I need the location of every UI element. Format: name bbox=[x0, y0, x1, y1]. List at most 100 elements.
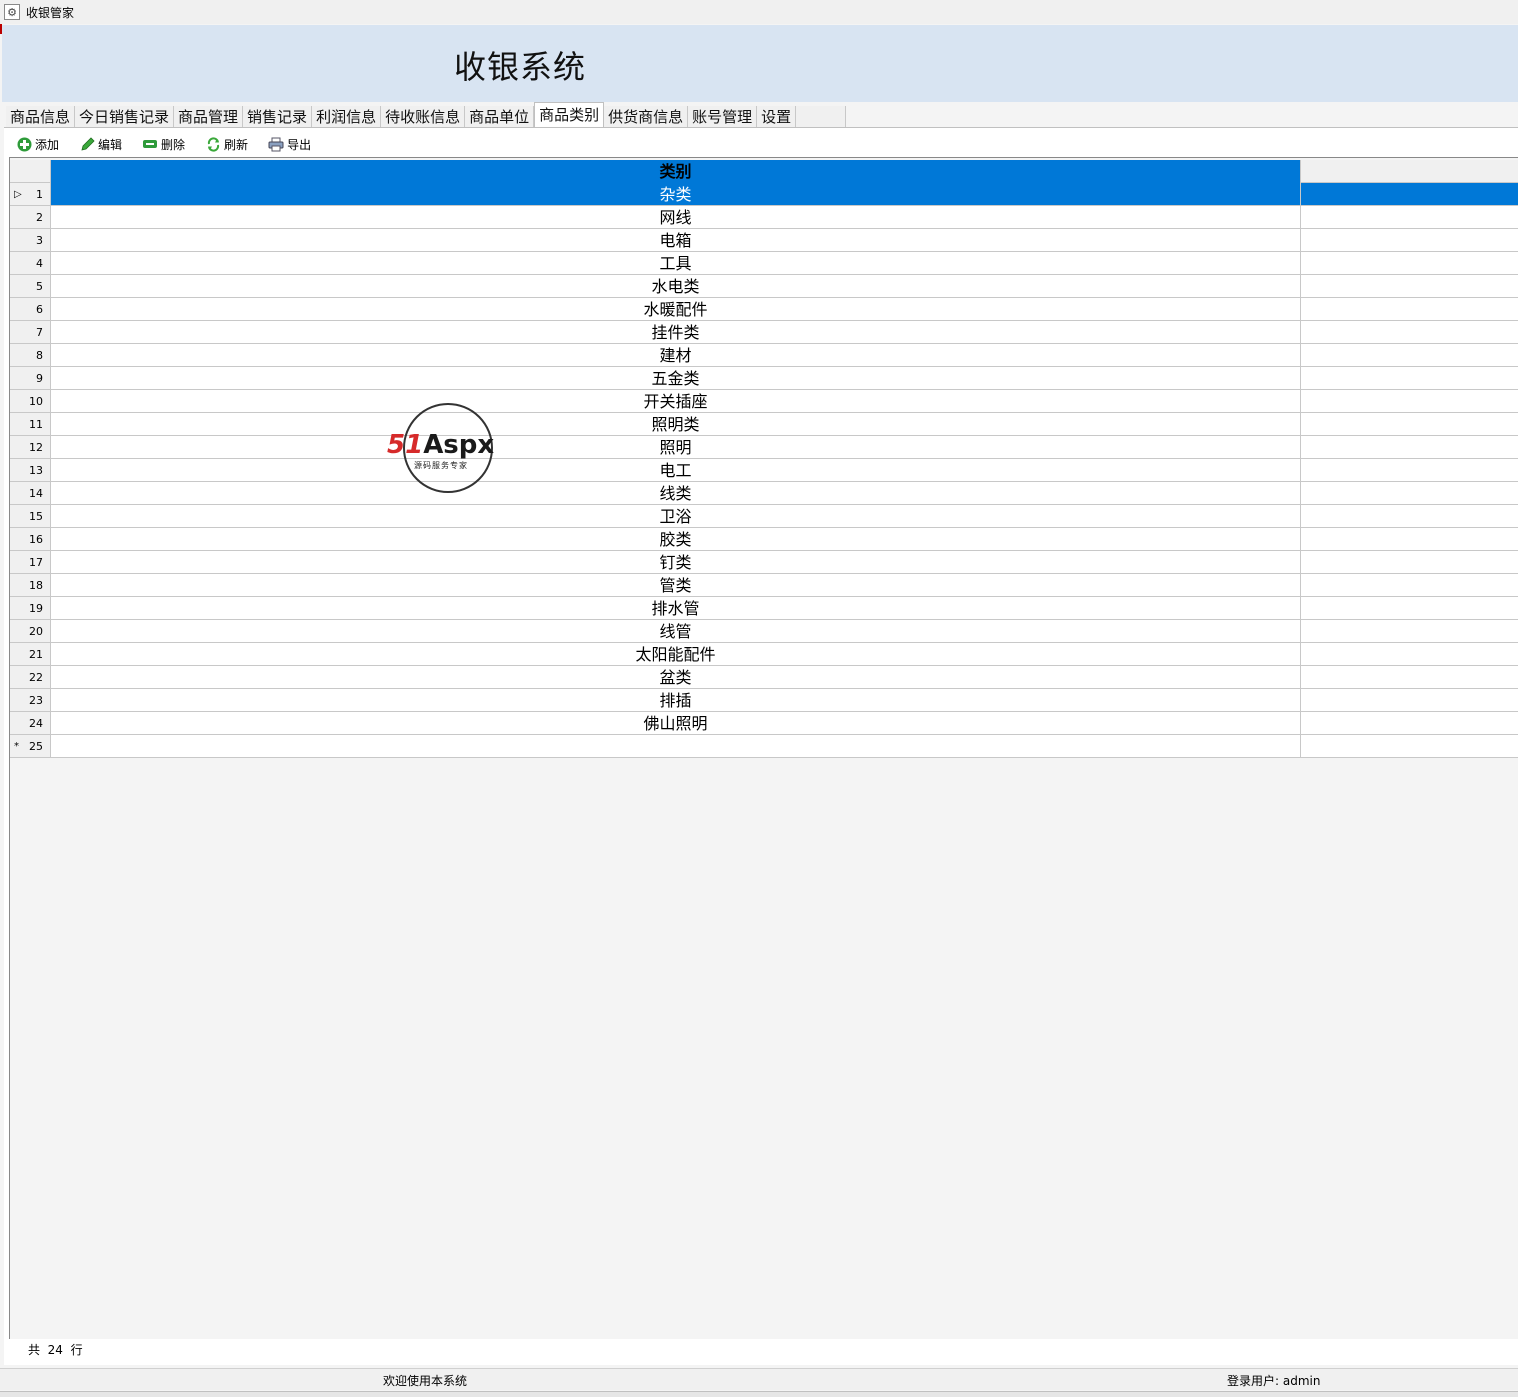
row-header[interactable]: 5 bbox=[10, 275, 51, 298]
category-cell[interactable]: 五金类 bbox=[51, 367, 1301, 390]
tab-9[interactable]: 账号管理 bbox=[688, 106, 758, 128]
new-row[interactable]: * 25 bbox=[10, 735, 1518, 758]
row-header[interactable]: 11 bbox=[10, 413, 51, 436]
row-header[interactable]: 9 bbox=[10, 367, 51, 390]
app-gear-icon[interactable]: ⚙ bbox=[4, 4, 20, 20]
table-row[interactable]: 11 照明类 bbox=[10, 413, 1518, 436]
table-row[interactable]: 23 排插 bbox=[10, 689, 1518, 712]
delete-button[interactable]: 删除 bbox=[140, 134, 187, 154]
column-header-category[interactable]: 类别 bbox=[51, 160, 1301, 183]
row-header[interactable]: 10 bbox=[10, 390, 51, 413]
row-header[interactable]: 23 bbox=[10, 689, 51, 712]
category-cell[interactable]: 钉类 bbox=[51, 551, 1301, 574]
table-row[interactable]: ▷ 1 杂类 bbox=[10, 183, 1518, 206]
category-cell[interactable]: 佛山照明 bbox=[51, 712, 1301, 735]
table-row[interactable]: 7 挂件类 bbox=[10, 321, 1518, 344]
row-number: 1 bbox=[36, 188, 43, 201]
edit-button[interactable]: 编辑 bbox=[77, 134, 124, 154]
table-row[interactable]: 18 管类 bbox=[10, 574, 1518, 597]
category-cell[interactable]: 线管 bbox=[51, 620, 1301, 643]
category-cell[interactable]: 电箱 bbox=[51, 229, 1301, 252]
tab-0[interactable]: 商品信息 bbox=[6, 106, 76, 128]
grid-corner[interactable] bbox=[10, 160, 51, 183]
tab-8[interactable]: 供货商信息 bbox=[604, 106, 689, 128]
row-header[interactable]: 19 bbox=[10, 597, 51, 620]
category-cell[interactable]: 网线 bbox=[51, 206, 1301, 229]
category-cell[interactable]: 排插 bbox=[51, 689, 1301, 712]
row-header[interactable]: 22 bbox=[10, 666, 51, 689]
tab-10[interactable]: 设置 bbox=[757, 106, 797, 128]
row-header[interactable]: 2 bbox=[10, 206, 51, 229]
tab-6[interactable]: 商品单位 bbox=[465, 106, 535, 128]
row-header[interactable]: 3 bbox=[10, 229, 51, 252]
table-row[interactable]: 13 电工 bbox=[10, 459, 1518, 482]
table-row[interactable]: 17 钉类 bbox=[10, 551, 1518, 574]
category-cell[interactable]: 挂件类 bbox=[51, 321, 1301, 344]
category-cell[interactable]: 太阳能配件 bbox=[51, 643, 1301, 666]
refresh-button[interactable]: 刷新 bbox=[203, 134, 250, 154]
table-row[interactable]: 14 线类 bbox=[10, 482, 1518, 505]
row-header[interactable]: 6 bbox=[10, 298, 51, 321]
row-header[interactable]: 16 bbox=[10, 528, 51, 551]
row-filler bbox=[1301, 735, 1518, 758]
tab-5[interactable]: 待收账信息 bbox=[381, 106, 466, 128]
row-header[interactable]: 13 bbox=[10, 459, 51, 482]
table-row[interactable]: 16 胶类 bbox=[10, 528, 1518, 551]
category-cell[interactable]: 排水管 bbox=[51, 597, 1301, 620]
category-cell[interactable]: 照明类 bbox=[51, 413, 1301, 436]
table-row[interactable]: 21 太阳能配件 bbox=[10, 643, 1518, 666]
row-header[interactable]: 20 bbox=[10, 620, 51, 643]
table-row[interactable]: 5 水电类 bbox=[10, 275, 1518, 298]
table-row[interactable]: 22 盆类 bbox=[10, 666, 1518, 689]
tab-1[interactable]: 今日销售记录 bbox=[75, 106, 175, 128]
category-cell[interactable]: 线类 bbox=[51, 482, 1301, 505]
category-cell[interactable]: 胶类 bbox=[51, 528, 1301, 551]
row-header[interactable]: 4 bbox=[10, 252, 51, 275]
watermark-tagline: 源码服务专家 bbox=[414, 461, 468, 470]
row-filler bbox=[1301, 275, 1518, 298]
category-cell[interactable]: 电工 bbox=[51, 459, 1301, 482]
category-cell[interactable]: 建材 bbox=[51, 344, 1301, 367]
table-row[interactable]: 2 网线 bbox=[10, 206, 1518, 229]
row-header[interactable]: 12 bbox=[10, 436, 51, 459]
row-header[interactable]: 24 bbox=[10, 712, 51, 735]
category-cell[interactable]: 卫浴 bbox=[51, 505, 1301, 528]
table-row[interactable]: 12 照明 bbox=[10, 436, 1518, 459]
category-cell[interactable]: 开关插座 bbox=[51, 390, 1301, 413]
category-cell[interactable]: 工具 bbox=[51, 252, 1301, 275]
category-cell[interactable]: 水电类 bbox=[51, 275, 1301, 298]
table-row[interactable]: 19 排水管 bbox=[10, 597, 1518, 620]
table-row[interactable]: 4 工具 bbox=[10, 252, 1518, 275]
row-number: 12 bbox=[29, 441, 43, 454]
table-row[interactable]: 6 水暖配件 bbox=[10, 298, 1518, 321]
row-header[interactable]: 17 bbox=[10, 551, 51, 574]
row-header[interactable]: 18 bbox=[10, 574, 51, 597]
category-cell[interactable]: 盆类 bbox=[51, 666, 1301, 689]
row-header[interactable]: 7 bbox=[10, 321, 51, 344]
row-header[interactable]: ▷ 1 bbox=[10, 183, 51, 206]
row-header[interactable]: 21 bbox=[10, 643, 51, 666]
add-button[interactable]: 添加 bbox=[14, 134, 61, 154]
tab-3[interactable]: 销售记录 bbox=[243, 106, 313, 128]
category-cell[interactable]: 照明 bbox=[51, 436, 1301, 459]
row-header[interactable]: 15 bbox=[10, 505, 51, 528]
category-cell-empty[interactable] bbox=[51, 735, 1301, 758]
table-row[interactable]: 10 开关插座 bbox=[10, 390, 1518, 413]
table-row[interactable]: 24 佛山照明 bbox=[10, 712, 1518, 735]
table-row[interactable]: 3 电箱 bbox=[10, 229, 1518, 252]
row-header[interactable]: 8 bbox=[10, 344, 51, 367]
category-cell[interactable]: 水暖配件 bbox=[51, 298, 1301, 321]
row-header[interactable]: * 25 bbox=[10, 735, 51, 758]
tab-4[interactable]: 利润信息 bbox=[312, 106, 382, 128]
table-row[interactable]: 9 五金类 bbox=[10, 367, 1518, 390]
tab-7[interactable]: 商品类别 bbox=[534, 102, 605, 128]
export-button[interactable]: 导出 bbox=[266, 134, 313, 154]
category-cell[interactable]: 管类 bbox=[51, 574, 1301, 597]
tab-2[interactable]: 商品管理 bbox=[174, 106, 244, 128]
table-row[interactable]: 15 卫浴 bbox=[10, 505, 1518, 528]
table-row[interactable]: 20 线管 bbox=[10, 620, 1518, 643]
category-grid: 类别 ▷ 1 杂类 2 网线 3 电箱 4 工具 5 水电类 6 水暖配件 7 挂件类 8 建材 9 五金类 10 开关… bbox=[9, 157, 1518, 1339]
row-header[interactable]: 14 bbox=[10, 482, 51, 505]
table-row[interactable]: 8 建材 bbox=[10, 344, 1518, 367]
category-cell[interactable]: 杂类 bbox=[51, 183, 1301, 206]
